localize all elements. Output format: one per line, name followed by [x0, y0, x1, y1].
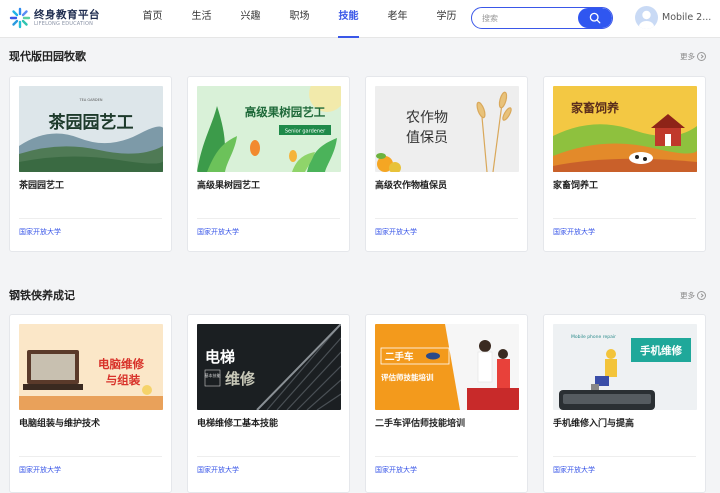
tea-garden-caption: TEA GARDEN [79, 98, 103, 102]
livestock-image-text: 家畜饲养 [571, 100, 619, 115]
nav-item-career[interactable]: 职场 [275, 0, 324, 38]
avatar[interactable] [635, 6, 658, 29]
search-icon [589, 12, 601, 24]
top-header: 终身教育平台 LIFELONG EDUCATION 首页 生活 兴趣 职场 技能… [0, 0, 720, 38]
card-divider [19, 456, 162, 457]
nav-item-life[interactable]: 生活 [177, 0, 226, 38]
logo[interactable]: 终身教育平台 LIFELONG EDUCATION [9, 7, 104, 31]
used-car-image-text: 二手车 [385, 351, 414, 363]
course-source[interactable]: 国家开放大学 [375, 465, 417, 475]
crop-protection-image-text2: 值保员 [406, 130, 448, 146]
course-source[interactable]: 国家开放大学 [197, 465, 239, 475]
more-link-pastoral[interactable]: 更多 [680, 51, 706, 62]
course-card-used-car[interactable]: 二手车 评估师技能培训 二手车评估师技能培训 国家开放大学 [365, 314, 528, 493]
more-link-iron-man[interactable]: 更多 [680, 290, 706, 301]
course-source[interactable]: 国家开放大学 [197, 227, 239, 237]
course-source[interactable]: 国家开放大学 [553, 465, 595, 475]
used-car-image: 二手车 评估师技能培训 [375, 324, 519, 410]
elevator-image-text2: 维修 [225, 370, 256, 388]
course-thumbnail[interactable]: 二手车 评估师技能培训 [375, 324, 519, 410]
card-divider [197, 218, 340, 219]
logo-subtitle: LIFELONG EDUCATION [34, 21, 94, 27]
main-nav: 首页 生活 兴趣 职场 技能 老年 学历 [128, 0, 471, 38]
more-label: 更多 [680, 291, 695, 300]
search-box [471, 7, 613, 29]
elevator-image-text: 电梯 [205, 348, 235, 366]
course-card-tea-garden[interactable]: TEA GARDEN 茶园园艺工 茶园园艺工 国家开放大学 [9, 76, 172, 252]
phone-repair-image: Mobile phone repair 手机维修 [553, 324, 697, 410]
crop-protection-image: 农作物 值保员 [375, 86, 519, 172]
card-divider [375, 218, 518, 219]
card-divider [19, 218, 162, 219]
course-card-elevator-repair[interactable]: 电梯 基本技能 维修 电梯维修工基本技能 国家开放大学 [187, 314, 350, 493]
fruit-tree-caption: Senior gardener [285, 129, 326, 135]
course-title[interactable]: 高级农作物植保员 [375, 178, 447, 191]
course-thumbnail[interactable]: 电梯 基本技能 维修 [197, 324, 341, 410]
course-card-computer-repair[interactable]: 电脑维修 与组装 电脑组装与维护技术 国家开放大学 [9, 314, 172, 493]
course-thumbnail[interactable]: TEA GARDEN 茶园园艺工 [19, 86, 163, 172]
card-divider [553, 218, 696, 219]
course-card-fruit-tree[interactable]: 高级果树园艺工 Senior gardener 高级果树园艺工 国家开放大学 [187, 76, 350, 252]
course-title[interactable]: 家畜饲养工 [553, 178, 598, 191]
search-input[interactable] [482, 11, 578, 26]
course-title[interactable]: 高级果树园艺工 [197, 178, 260, 191]
course-thumbnail[interactable]: Mobile phone repair 手机维修 [553, 324, 697, 410]
more-arrow-icon [697, 52, 706, 61]
course-source[interactable]: 国家开放大学 [19, 227, 61, 237]
used-car-image-text2: 评估师技能培训 [381, 372, 434, 382]
course-card-crop-protection[interactable]: 农作物 值保员 高级农作物植保员 国家开放大学 [365, 76, 528, 252]
computer-repair-image: 电脑维修 与组装 [19, 324, 163, 410]
nav-item-home[interactable]: 首页 [128, 0, 177, 38]
course-title[interactable]: 电脑组装与维护技术 [19, 416, 100, 429]
logo-title: 终身教育平台 [34, 9, 100, 21]
nav-item-degree[interactable]: 学历 [422, 0, 471, 38]
fruit-tree-image-text: 高级果树园艺工 [245, 105, 326, 119]
course-title[interactable]: 手机维修入门与提高 [553, 416, 634, 429]
section-title-pastoral: 现代版田园牧歌 [9, 50, 86, 63]
phone-repair-image-text: 手机维修 [640, 344, 682, 357]
fruit-tree-image: 高级果树园艺工 Senior gardener [197, 86, 341, 172]
logo-mark-icon [9, 7, 31, 29]
livestock-image: 家畜饲养 [553, 86, 697, 172]
course-thumbnail[interactable]: 农作物 值保员 [375, 86, 519, 172]
more-arrow-icon [697, 291, 706, 300]
section-title-iron-man: 钢铁侠养成记 [9, 289, 75, 302]
card-divider [553, 456, 696, 457]
course-title[interactable]: 茶园园艺工 [19, 178, 64, 191]
computer-repair-image-text2: 与组装 [106, 373, 141, 387]
avatar-icon [639, 10, 654, 29]
course-source[interactable]: 国家开放大学 [553, 227, 595, 237]
user-menu[interactable]: Mobile 2... [635, 6, 720, 30]
course-card-phone-repair[interactable]: Mobile phone repair 手机维修 手机维修入门与提高 国家开放大… [543, 314, 706, 493]
elevator-repair-image: 电梯 基本技能 维修 [197, 324, 341, 410]
course-thumbnail[interactable]: 家畜饲养 [553, 86, 697, 172]
search-button[interactable] [578, 8, 612, 28]
course-card-livestock[interactable]: 家畜饲养 家畜饲养工 国家开放大学 [543, 76, 706, 252]
elevator-image-caption: 基本技能 [205, 372, 221, 378]
user-name: Mobile 2... [662, 12, 712, 23]
more-label: 更多 [680, 52, 695, 61]
course-source[interactable]: 国家开放大学 [375, 227, 417, 237]
course-source[interactable]: 国家开放大学 [19, 465, 61, 475]
phone-repair-caption: Mobile phone repair [571, 334, 616, 340]
card-divider [197, 456, 340, 457]
course-thumbnail[interactable]: 电脑维修 与组装 [19, 324, 163, 410]
tea-garden-image: TEA GARDEN 茶园园艺工 [19, 86, 163, 172]
computer-repair-image-text: 电脑维修 [98, 357, 144, 371]
nav-item-interest[interactable]: 兴趣 [226, 0, 275, 38]
course-title[interactable]: 电梯维修工基本技能 [197, 416, 278, 429]
course-thumbnail[interactable]: 高级果树园艺工 Senior gardener [197, 86, 341, 172]
crop-protection-image-text: 农作物 [406, 110, 448, 126]
course-title[interactable]: 二手车评估师技能培训 [375, 416, 465, 429]
tea-garden-image-text: 茶园园艺工 [49, 112, 134, 133]
nav-item-senior[interactable]: 老年 [373, 0, 422, 38]
card-divider [375, 456, 518, 457]
nav-item-skills[interactable]: 技能 [324, 0, 373, 38]
